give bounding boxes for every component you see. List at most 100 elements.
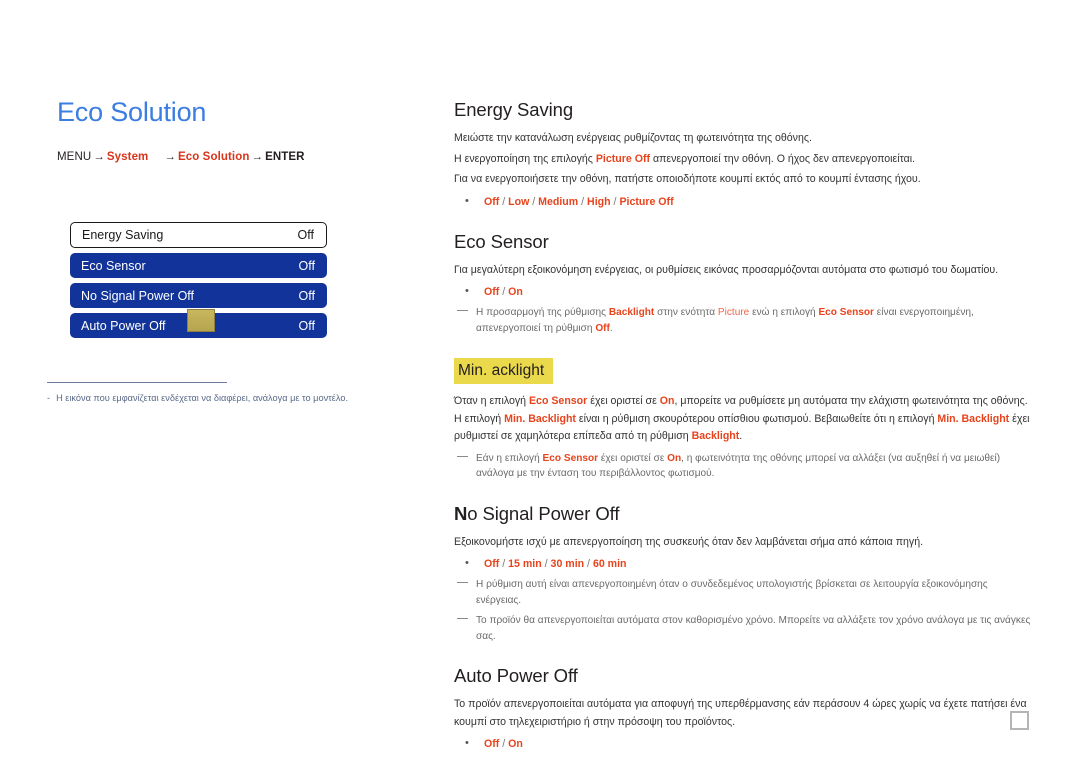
breadcrumb-arrow-icon-1: → [93, 151, 105, 163]
page-number-placeholder [1010, 711, 1029, 730]
option-value: On [508, 738, 523, 750]
option-list-no-signal-power-off: Off / 15 min / 30 min / 60 min [454, 555, 1032, 572]
right-column: Energy Saving Μειώστε την κατανάλωση ενέ… [454, 98, 1032, 754]
osd-value: Off [298, 318, 315, 333]
osd-menu-mockup: Energy Saving Off Eco Sensor Off No Sign… [70, 222, 327, 343]
text-part: ενώ η επιλογή [749, 307, 819, 318]
left-footnote-block: - Η εικόνα που εμφανίζεται ενδέχεται να … [47, 382, 407, 405]
inline-highlight: Backlight [691, 430, 740, 442]
inline-highlight: Picture Off [595, 152, 651, 165]
osd-value: Off [298, 288, 315, 303]
option-value: 60 min [592, 558, 627, 570]
option-value: Off [484, 195, 500, 208]
breadcrumb-eco-solution: Eco Solution [178, 151, 250, 163]
section-min-backlight: Min. acklight Όταν η επιλογή Eco Sensor … [454, 356, 1032, 482]
breadcrumb-arrow-icon-2: → [164, 151, 176, 163]
text-part: είναι η ρύθμιση σκουρότερου οπίσθιου φωτ… [575, 412, 938, 425]
paragraph: Το προϊόν απενεργοποιείται αυτόματα για … [454, 698, 1027, 728]
text-part: . [609, 322, 613, 334]
slash-separator: / [529, 195, 539, 208]
footnote-dash-icon: - [47, 393, 51, 403]
slash-separator: / [499, 286, 509, 298]
osd-value: Off [298, 258, 315, 273]
option-value: Off [484, 738, 500, 750]
osd-selection-marker [187, 309, 215, 332]
text-part: Όταν η επιλογή [454, 395, 529, 407]
osd-row-eco-sensor[interactable]: Eco Sensor Off [70, 253, 327, 278]
list-item: Off / 15 min / 30 min / 60 min [454, 555, 1032, 572]
option-value: High [587, 195, 611, 208]
note: Η ρύθμιση αυτή είναι απενεργοποιημένη ότ… [454, 577, 1032, 608]
slash-separator: / [499, 195, 509, 208]
paragraph: Όταν η επιλογή Eco Sensor έχει οριστεί σ… [454, 393, 1032, 446]
osd-label: Eco Sensor [81, 258, 146, 273]
slash-separator: / [578, 195, 588, 208]
option-value: 30 min [550, 558, 585, 570]
breadcrumb-menu: MENU [57, 151, 92, 163]
inline-highlight: Eco Sensor [818, 307, 874, 318]
inline-highlight: Min. Backlight [504, 412, 576, 425]
inline-highlight-light: Picture [717, 307, 750, 318]
osd-value: Off [297, 228, 314, 242]
option-list-energy-saving: Off / Low / Medium / High / Picture Off [454, 193, 1032, 210]
inline-highlight: Eco Sensor [528, 395, 588, 407]
breadcrumb: MENU → System → Eco Solution → ENTER [57, 150, 397, 164]
section-title-energy-saving: Energy Saving [454, 99, 574, 120]
section-title-eco-sensor: Eco Sensor [454, 230, 549, 252]
osd-row-auto-power-off[interactable]: Auto Power Off Off [70, 309, 327, 338]
slash-separator: / [499, 738, 509, 750]
list-item: Off / On [454, 283, 1032, 300]
breadcrumb-arrow-icon-3: → [251, 151, 264, 163]
inline-highlight: On [667, 452, 682, 464]
paragraph: Για να ενεργοποιήσετε την οθόνη, πατήστε… [454, 173, 921, 185]
section-title-auto-power-off: Auto Power Off [454, 665, 578, 686]
text-part: . [739, 430, 743, 442]
section-eco-sensor: Eco Sensor Για μεγαλύτερη εξοικονόμηση ε… [454, 230, 1032, 337]
highlighted-heading-min-backlight: Min. acklight [454, 358, 554, 384]
title-initial: N [454, 502, 468, 524]
left-column: Eco Solution MENU → System → Eco Solution → EN… [57, 96, 397, 164]
osd-label: Auto Power Off [81, 318, 166, 333]
list-item: Off / On [454, 735, 1032, 752]
footnote-divider [47, 382, 227, 383]
paragraph: Εξοικονομήστε ισχύ με απενεργοποίηση της… [454, 535, 924, 548]
left-footnote: - Η εικόνα που εμφανίζεται ενδέχεται να … [47, 392, 407, 405]
option-list-eco-sensor: Off / On [454, 283, 1032, 300]
text-part: στην ενότητα [654, 307, 718, 318]
section-title-no-signal-power-off: No Signal Power Off [454, 502, 1032, 526]
inline-highlight: Backlight [608, 307, 655, 318]
text-part: απενεργοποιεί την οθόνη. Ο ήχος δεν απεν… [650, 152, 916, 165]
inline-highlight: Min. Backlight [937, 412, 1010, 425]
inline-highlight: Eco Sensor [542, 452, 599, 464]
osd-label: Energy Saving [82, 228, 164, 242]
option-value: 15 min [508, 558, 542, 570]
note: Το προϊόν θα απενεργοποιείται αυτόματα σ… [454, 613, 1032, 644]
text-part: Εάν η επιλογή [476, 452, 543, 464]
osd-row-energy-saving[interactable]: Energy Saving Off [70, 222, 327, 248]
note: Η προσαρμογή της ρύθμισης Backlight στην… [454, 305, 1032, 336]
paragraph: Η ενεργοποίηση της επιλογής Picture Off … [454, 151, 1032, 169]
text-part: έχει οριστεί σε [598, 452, 668, 464]
note: Εάν η επιλογή Eco Sensor έχει οριστεί σε… [454, 451, 1032, 482]
slash-separator: / [584, 558, 593, 570]
paragraph: Για μεγαλύτερη εξοικονόμηση ενέργειας, ο… [454, 263, 999, 276]
option-value: On [508, 286, 523, 298]
section-no-signal-power-off: No Signal Power Off Εξοικονομήστε ισχύ μ… [454, 502, 1032, 645]
option-value: Picture Off [619, 195, 674, 208]
slash-separator: / [541, 558, 551, 570]
option-value: Off [484, 558, 500, 570]
osd-row-no-signal-power-off[interactable]: No Signal Power Off Off [70, 283, 327, 308]
slash-separator: / [499, 558, 509, 570]
inline-highlight: On [659, 395, 675, 407]
osd-label: No Signal Power Off [81, 288, 195, 303]
section-energy-saving: Energy Saving Μειώστε την κατανάλωση ενέ… [454, 98, 1032, 210]
page-title: Eco Solution [57, 97, 207, 127]
footnote-text: Η εικόνα που εμφανίζεται ενδέχεται να δι… [56, 393, 349, 403]
inline-highlight: Off [595, 322, 610, 334]
title-rest: o Signal Power Off [467, 502, 620, 524]
option-value: Off [484, 286, 500, 298]
section-auto-power-off: Auto Power Off Το προϊόν απενεργοποιείτα… [454, 664, 1032, 752]
breadcrumb-system: System [106, 151, 149, 163]
option-list-auto-power-off: Off / On [454, 735, 1032, 752]
breadcrumb-enter: ENTER [265, 151, 305, 163]
